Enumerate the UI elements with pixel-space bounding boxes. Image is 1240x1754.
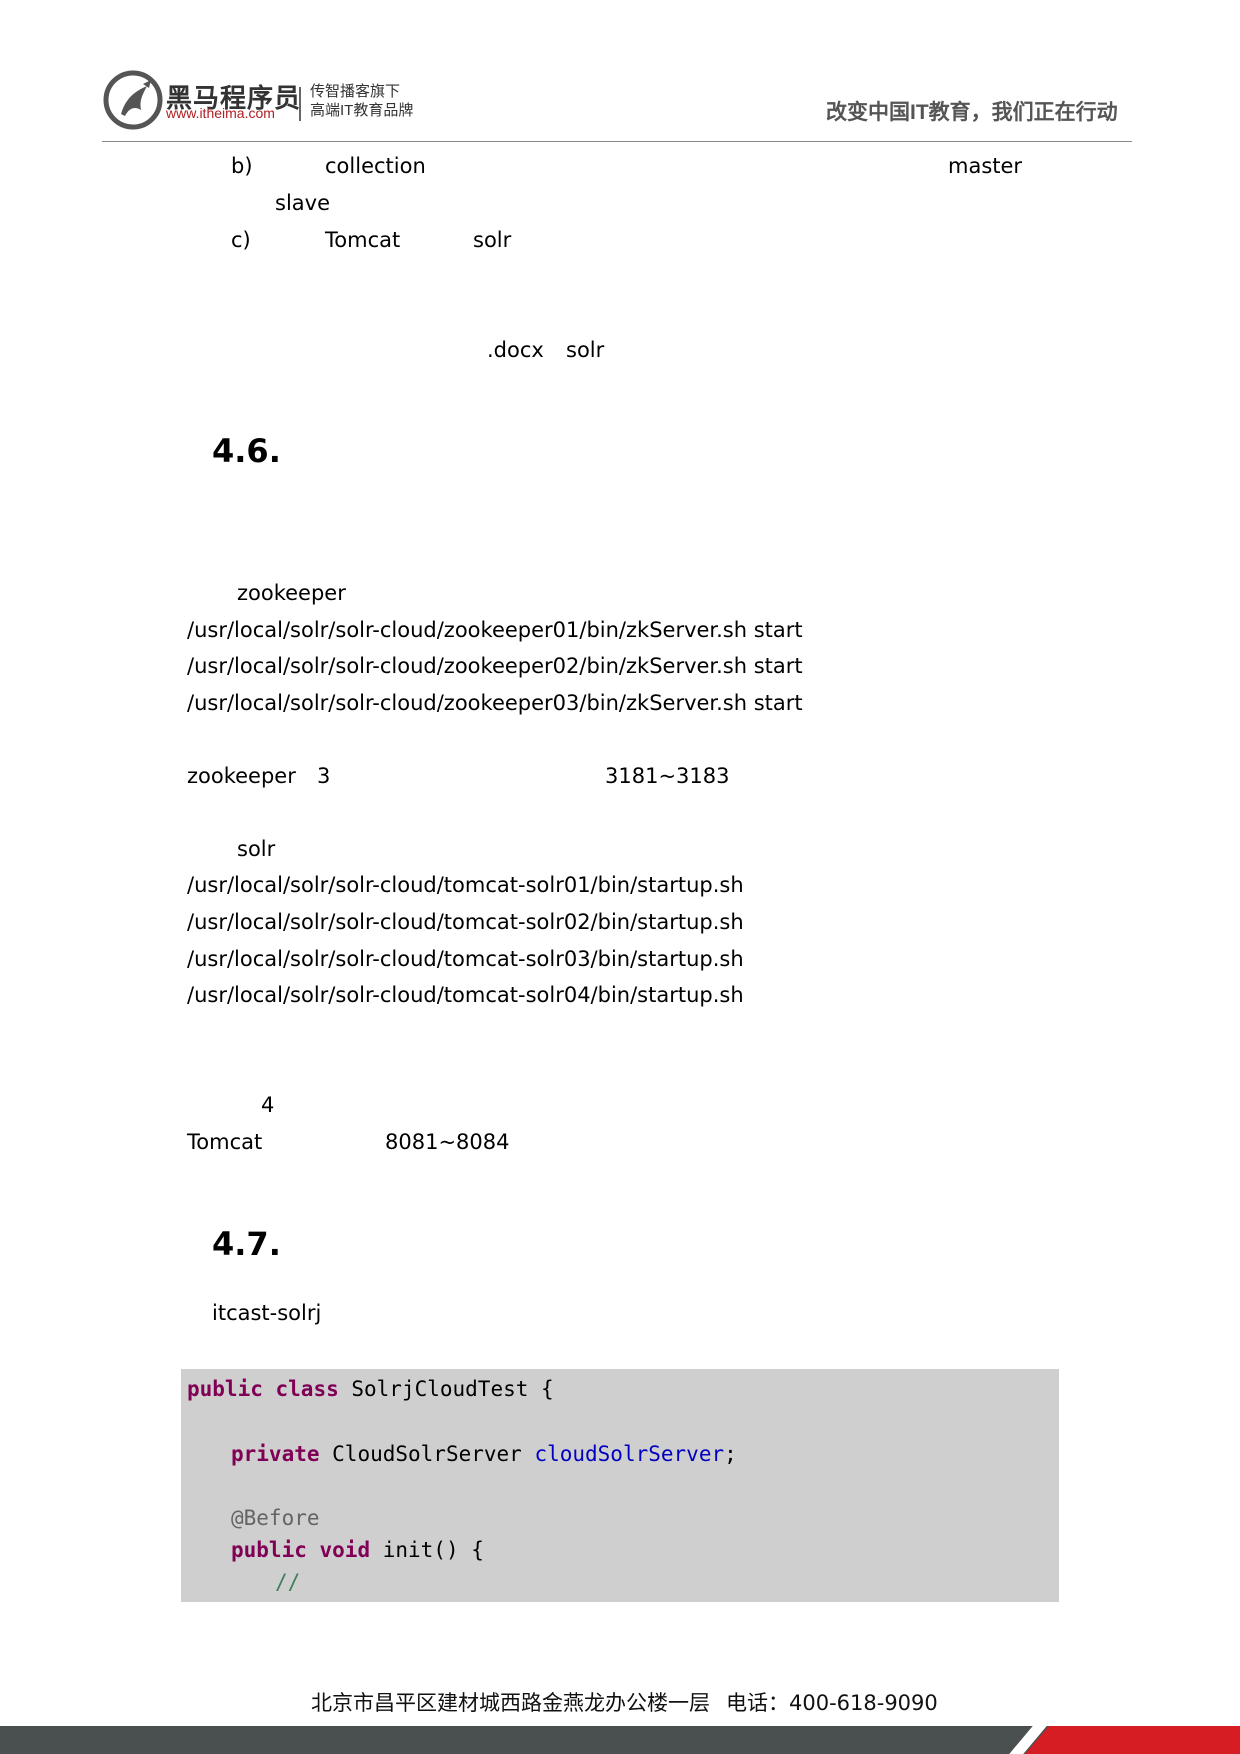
code-field: cloudSolrServer: [534, 1442, 725, 1466]
solr-label: solr: [237, 837, 276, 861]
zk-note-word: zookeeper: [187, 764, 296, 788]
docx-reference-solr: solr: [566, 338, 605, 362]
tomcat-start-command-1: /usr/local/solr/solr-cloud/tomcat-solr01…: [187, 873, 744, 897]
zk-note-ports: 3181~3183: [605, 764, 730, 788]
header-divider: [102, 141, 1132, 142]
horse-logo-icon: [103, 70, 163, 130]
list-item-c-text2: solr: [473, 228, 512, 252]
brand-subtitle-line1: 传智播客旗下: [310, 83, 401, 100]
tomcat-note-word: Tomcat: [187, 1130, 263, 1154]
footer-phone: 电话：400-618-9090: [726, 1691, 938, 1715]
code-keyword: private: [231, 1442, 320, 1466]
brand-url[interactable]: www.itheima.com: [166, 105, 275, 121]
footer-address: 北京市昌平区建材城西路金燕龙办公楼一层: [311, 1691, 710, 1715]
code-text: ;: [724, 1442, 737, 1466]
code-line-5: //: [275, 1569, 300, 1595]
code-line-2: private CloudSolrServer cloudSolrServer;: [231, 1441, 737, 1467]
code-annotation: @Before: [231, 1506, 320, 1530]
zookeeper-label: zookeeper: [237, 581, 346, 605]
tomcat-start-command-3: /usr/local/solr/solr-cloud/tomcat-solr03…: [187, 947, 744, 971]
section-heading-4-7: 4.7.: [212, 1225, 281, 1263]
list-item-b-continuation: slave: [275, 191, 330, 215]
code-keyword: void: [319, 1538, 371, 1562]
code-keyword: public: [187, 1377, 263, 1401]
header-slogan: 改变中国IT教育，我们正在行动: [826, 101, 1118, 124]
code-keyword: public: [231, 1538, 307, 1562]
list-item-c-marker: c): [231, 228, 251, 252]
code-line-4: public void init() {: [231, 1537, 484, 1563]
list-item-c-text1: Tomcat: [325, 228, 401, 252]
code-block: public class SolrjCloudTest { private Cl…: [181, 1369, 1059, 1602]
project-name: itcast-solrj: [212, 1301, 322, 1325]
code-text: init() {: [370, 1538, 484, 1562]
code-text: SolrjCloudTest {: [338, 1377, 554, 1401]
tomcat-start-command-2: /usr/local/solr/solr-cloud/tomcat-solr02…: [187, 910, 744, 934]
zk-start-command-3: /usr/local/solr/solr-cloud/zookeeper03/b…: [187, 691, 803, 715]
section-heading-4-6: 4.6.: [212, 432, 281, 470]
brand-subtitle-line2: 高端IT教育品牌: [310, 102, 414, 119]
code-text: CloudSolrServer: [319, 1442, 535, 1466]
docx-reference: .docx: [487, 338, 544, 362]
list-item-b-marker: b): [231, 154, 253, 178]
code-keyword: class: [275, 1377, 339, 1401]
footer-accent: [1025, 1726, 1240, 1754]
list-item-b-text-end: master: [948, 154, 1023, 178]
code-line-1: public class SolrjCloudTest {: [187, 1376, 554, 1402]
zk-start-command-2: /usr/local/solr/solr-cloud/zookeeper02/b…: [187, 654, 803, 678]
tomcat-note-ports: 8081~8084: [385, 1130, 510, 1154]
code-comment: //: [275, 1570, 301, 1594]
code-line-3: @Before: [231, 1505, 320, 1531]
tomcat-start-command-4: /usr/local/solr/solr-cloud/tomcat-solr04…: [187, 983, 744, 1007]
zk-start-command-1: /usr/local/solr/solr-cloud/zookeeper01/b…: [187, 618, 803, 642]
brand-separator: [299, 87, 301, 121]
tomcat-count: 4: [261, 1093, 275, 1117]
list-item-b-text: collection: [325, 154, 426, 178]
zk-note-count: 3: [317, 764, 331, 788]
